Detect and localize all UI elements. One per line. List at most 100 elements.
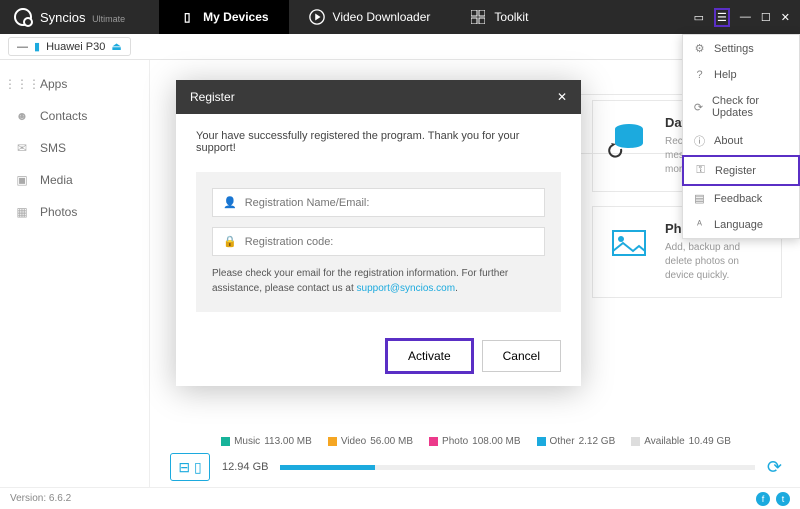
leg-other-val: 2.12 GB [579, 436, 616, 447]
leg-avail: Available [644, 436, 684, 447]
sidebar-item-photos[interactable]: ▦ Photos [0, 196, 149, 228]
device-selector[interactable]: — ▮ Huawei P30 ⏏ [8, 37, 131, 56]
sidebar-label-apps: Apps [40, 77, 67, 91]
modal-close-icon[interactable]: ✕ [557, 90, 567, 104]
sidebar-item-contacts[interactable]: ☻ Contacts [0, 100, 149, 132]
storage-total: 12.94 GB [222, 461, 268, 473]
registration-code-input[interactable] [245, 236, 534, 248]
photos-icon: ▦ [14, 204, 30, 220]
minimize-icon[interactable]: — [740, 11, 751, 23]
recovery-icon [607, 115, 651, 159]
menu-settings-label: Settings [714, 43, 754, 55]
notification-icon[interactable]: ▭ [694, 11, 704, 24]
modal-success-text: Your have successfully registered the pr… [196, 130, 561, 154]
register-modal: Register ✕ Your have successfully regist… [176, 80, 581, 386]
hint-post: . [455, 283, 458, 294]
leg-music: Music [234, 436, 260, 447]
eject-icon[interactable]: ⏏ [111, 40, 121, 53]
sidebar-item-sms[interactable]: ✉ SMS [0, 132, 149, 164]
leg-photo: Photo [442, 436, 468, 447]
menu-check-updates[interactable]: ⟳ Check for Updates [683, 88, 799, 126]
twitter-icon[interactable]: t [776, 492, 790, 506]
close-window-icon[interactable]: ✕ [781, 11, 790, 24]
registration-name-field[interactable]: 👤 [212, 188, 545, 217]
leg-music-val: 113.00 MB [264, 436, 312, 447]
leg-video: Video [341, 436, 366, 447]
phone-small-icon: ▮ [34, 40, 40, 53]
photo-manager-icon [607, 221, 651, 265]
storage-legend: Music 113.00 MB Video 56.00 MB Photo 108… [170, 436, 782, 447]
menu-help[interactable]: ?Help [683, 62, 799, 88]
info-icon: ⓘ [693, 133, 706, 149]
chat-icon: ▤ [693, 192, 706, 205]
tab-downloader-label: Video Downloader [333, 10, 431, 24]
user-icon: 👤 [223, 196, 237, 209]
brand-edition: Ultimate [92, 14, 125, 24]
menu-about-label: About [714, 135, 743, 147]
photo-desc: Add, backup and delete photos on device … [665, 241, 767, 283]
support-email-link[interactable]: support@syncios.com [357, 283, 456, 294]
sidebar-item-media[interactable]: ▣ Media [0, 164, 149, 196]
refresh-icon: ⟳ [693, 101, 704, 114]
facebook-icon[interactable]: f [756, 492, 770, 506]
disk-icon: ⊟ ▯ [170, 453, 210, 481]
swatch-video [328, 437, 337, 446]
version-label: Version: 6.6.2 [10, 493, 71, 504]
contacts-icon: ☻ [14, 108, 30, 124]
menu-register-label: Register [715, 165, 756, 177]
media-icon: ▣ [14, 172, 30, 188]
modal-title: Register [190, 90, 235, 104]
leg-other: Other [550, 436, 575, 447]
play-circle-icon [309, 9, 325, 25]
sms-icon: ✉ [14, 140, 30, 156]
sidebar-label-contacts: Contacts [40, 109, 87, 123]
registration-code-field[interactable]: 🔒 [212, 227, 545, 256]
leg-avail-val: 10.49 GB [689, 436, 731, 447]
sidebar-item-apps[interactable]: ⋮⋮⋮ Apps [0, 68, 149, 100]
gear-icon: ⚙ [693, 42, 706, 55]
tab-video-downloader[interactable]: Video Downloader [289, 0, 451, 34]
storage-refresh-icon[interactable]: ⟳ [767, 457, 782, 478]
sidebar-label-photos: Photos [40, 205, 77, 219]
sidebar-label-media: Media [40, 173, 73, 187]
connection-line-icon: — [17, 41, 28, 53]
menu-updates-label: Check for Updates [712, 95, 789, 119]
tab-toolkit[interactable]: Toolkit [450, 0, 548, 34]
lock-icon: 🔒 [223, 235, 237, 248]
tab-my-devices[interactable]: ▯ My Devices [159, 0, 288, 34]
maximize-icon[interactable]: ☐ [761, 11, 771, 24]
phone-icon: ▯ [179, 9, 195, 25]
brand-name: Syncios [40, 10, 86, 25]
swatch-available [631, 437, 640, 446]
storage-panel: Music 113.00 MB Video 56.00 MB Photo 108… [170, 436, 782, 481]
sidebar-label-sms: SMS [40, 141, 66, 155]
tab-toolkit-label: Toolkit [494, 10, 528, 24]
leg-photo-val: 108.00 MB [472, 436, 520, 447]
leg-video-val: 56.00 MB [370, 436, 413, 447]
help-icon: ? [693, 69, 706, 81]
activate-button[interactable]: Activate [387, 340, 472, 372]
grid-icon [470, 9, 486, 25]
cancel-button[interactable]: Cancel [482, 340, 561, 372]
device-chip-label: Huawei P30 [46, 41, 105, 53]
menu-language[interactable]: ᴬ Language [683, 212, 799, 238]
menu-register[interactable]: ⚿ Register [682, 155, 800, 186]
settings-menu: ⚙ Settings ?Help ⟳ Check for Updates ⓘ Abou… [682, 34, 800, 239]
menu-feedback[interactable]: ▤ Feedback [683, 185, 799, 212]
tab-my-devices-label: My Devices [203, 10, 268, 24]
language-icon: ᴬ [693, 219, 706, 231]
swatch-other [537, 437, 546, 446]
apps-icon: ⋮⋮⋮ [14, 76, 30, 92]
swatch-photo [429, 437, 438, 446]
menu-toggle-icon[interactable]: ☰ [714, 8, 730, 27]
menu-feedback-label: Feedback [714, 193, 762, 205]
menu-language-label: Language [714, 219, 763, 231]
menu-about[interactable]: ⓘ About [683, 126, 799, 156]
modal-hint: Please check your email for the registra… [212, 266, 545, 296]
swatch-music [221, 437, 230, 446]
app-logo: Syncios Ultimate [0, 8, 139, 26]
registration-name-input[interactable] [245, 197, 534, 209]
menu-settings[interactable]: ⚙ Settings [683, 35, 799, 62]
logo-icon [14, 8, 32, 26]
key-icon: ⚿ [694, 164, 707, 177]
